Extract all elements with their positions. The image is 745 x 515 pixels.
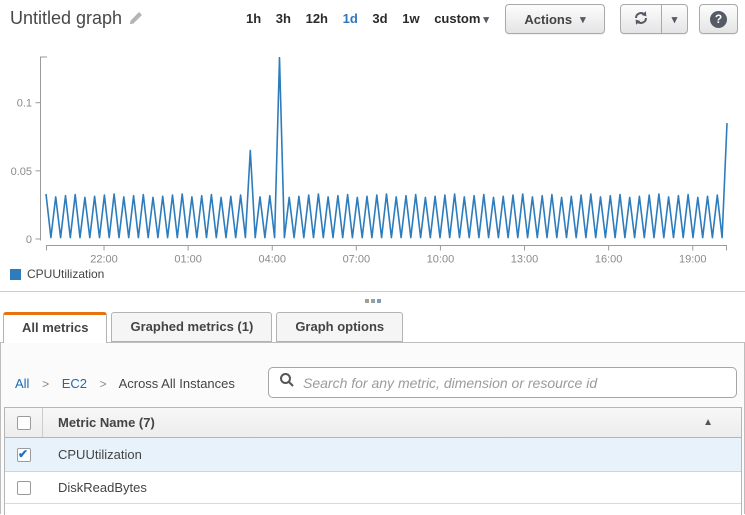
chevron-down-icon: ▾ [580, 13, 586, 26]
table-row-cpuutilization[interactable]: ✔ CPUUtilization [5, 438, 741, 472]
select-all-checkbox[interactable] [17, 416, 31, 430]
breadcrumb-all[interactable]: All [15, 376, 29, 391]
tab-graphed-metrics[interactable]: Graphed metrics (1) [111, 312, 272, 342]
refresh-icon [633, 10, 649, 29]
row-checkbox-cell: ✔ [5, 438, 43, 471]
tab-graph-options[interactable]: Graph options [276, 312, 403, 342]
row-checkbox-unchecked[interactable] [17, 481, 31, 495]
svg-text:10:00: 10:00 [427, 254, 455, 266]
graph-title: Untitled graph [10, 8, 122, 29]
time-range-3h[interactable]: 3h [276, 11, 291, 26]
time-range-1w[interactable]: 1w [402, 11, 419, 26]
all-metrics-panel: All > EC2 > Across All Instances Metric … [0, 342, 745, 514]
help-button[interactable]: ? [699, 4, 738, 34]
panel-divider [0, 291, 745, 292]
check-icon: ✔ [18, 447, 28, 461]
row-checkbox-checked[interactable]: ✔ [17, 448, 31, 462]
row-checkbox-cell [5, 472, 43, 503]
time-range-3d[interactable]: 3d [372, 11, 387, 26]
table-row-partial [5, 504, 741, 514]
breadcrumb-separator-icon: > [100, 377, 107, 391]
table-row-diskreadbytes[interactable]: DiskReadBytes [5, 472, 741, 504]
svg-text:01:00: 01:00 [174, 254, 202, 266]
custom-label: custom [434, 11, 480, 26]
time-range-1d[interactable]: 1d [343, 11, 358, 26]
metric-name-cell: CPUUtilization [43, 447, 142, 462]
metrics-tabs: All metrics Graphed metrics (1) Graph op… [3, 312, 407, 343]
breadcrumb-across-all-instances: Across All Instances [119, 376, 235, 391]
chevron-down-icon: ▾ [483, 14, 489, 26]
sort-ascending-icon: ▲ [703, 417, 713, 428]
legend-label: CPUUtilization [27, 267, 104, 281]
time-range-12h[interactable]: 12h [306, 11, 328, 26]
metric-name-cell: DiskReadBytes [43, 480, 147, 495]
legend-item-cpuutilization[interactable]: CPUUtilization [10, 267, 104, 281]
svg-text:22:00: 22:00 [90, 254, 118, 266]
column-header-metric-name[interactable]: Metric Name (7) [43, 415, 155, 430]
splitter-drag-handle[interactable] [364, 299, 382, 303]
graph-toolbar: Untitled graph 1h 3h 12h 1d 3d 1w custom… [0, 0, 745, 45]
metrics-line-chart[interactable]: 0 0.05 0.1 22:00 01:00 04:00 07:00 10:00 13:00 16… [0, 45, 745, 265]
metrics-table: Metric Name (7) ▲ ✔ CPUUtilization DiskR… [4, 407, 742, 515]
svg-text:0: 0 [26, 234, 32, 246]
svg-text:0.05: 0.05 [11, 166, 32, 178]
legend-swatch [10, 269, 21, 280]
metrics-table-header[interactable]: Metric Name (7) ▲ [5, 408, 741, 438]
metric-search-box [268, 367, 737, 398]
edit-title-icon[interactable] [128, 10, 144, 31]
refresh-button[interactable] [620, 4, 662, 34]
actions-button[interactable]: Actions ▾ [505, 4, 605, 34]
question-mark-icon: ? [710, 11, 727, 28]
chevron-down-icon: ▾ [672, 13, 678, 26]
svg-text:16:00: 16:00 [595, 254, 623, 266]
tab-all-metrics[interactable]: All metrics [3, 312, 107, 343]
refresh-options-button[interactable]: ▾ [661, 4, 688, 34]
breadcrumb: All > EC2 > Across All Instances [15, 368, 235, 399]
search-input[interactable] [295, 375, 736, 391]
select-all-cell [5, 408, 43, 437]
svg-text:0.1: 0.1 [17, 98, 32, 110]
svg-text:07:00: 07:00 [343, 254, 371, 266]
actions-label: Actions [524, 12, 572, 27]
search-icon [279, 372, 295, 393]
time-range-1h[interactable]: 1h [246, 11, 261, 26]
breadcrumb-separator-icon: > [42, 377, 49, 391]
svg-text:13:00: 13:00 [511, 254, 539, 266]
metrics-chart-area: 0 0.05 0.1 22:00 01:00 04:00 07:00 10:00 13:00 16… [0, 45, 745, 265]
svg-text:19:00: 19:00 [679, 254, 707, 266]
time-range-custom[interactable]: custom▾ [434, 11, 489, 26]
svg-text:04:00: 04:00 [258, 254, 286, 266]
time-range-selector: 1h 3h 12h 1d 3d 1w custom▾ [246, 11, 489, 26]
breadcrumb-ec2[interactable]: EC2 [62, 376, 87, 391]
